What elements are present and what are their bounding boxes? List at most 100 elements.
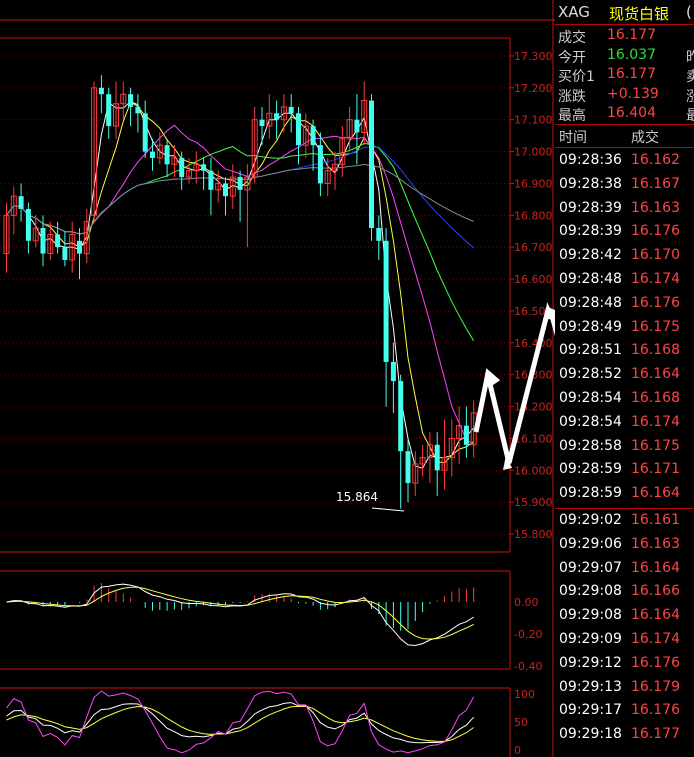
trade-row: 09:29:06 16.163 [555,534,694,557]
candle-body-down [179,157,185,178]
trade-price: 16.164 [631,485,680,502]
trade-row: 09:29:12 16.176 [555,653,694,676]
price-axis-ticks: 17.300 17.200 17.100 17.000 16.900 16.800 16.7… [510,50,553,541]
quote-value: 16.177 [607,66,656,82]
low-price-label: 15.864 [336,490,378,504]
trade-price: 16.174 [631,631,680,647]
candle-body-down [55,234,61,248]
trade-time: 09:28:39 [559,223,622,240]
quote-label: 买价1 [558,69,595,85]
kdj-panel: 100 50 0 [6,688,535,757]
trades-separator [555,508,694,509]
trade-time: 09:29:13 [559,678,622,695]
candle-body-down [98,87,104,95]
trade-price: 16.162 [631,152,680,168]
trade-row: 09:28:48 16.176 [555,293,694,316]
price-tick-label: 17.100 [514,114,553,127]
trade-price: 16.176 [631,223,680,240]
candle-body-down [106,94,112,127]
trades-header: 时间 成交 [555,124,694,148]
price-tick-label: 16.900 [514,177,553,190]
candle-body-down [135,106,141,114]
price-tick-label: 15.800 [514,528,553,541]
candle-body-down [354,119,360,133]
trade-row: 09:28:51 16.168 [555,340,694,363]
trade-price: 16.175 [631,437,680,454]
trade-time: 09:28:48 [559,294,622,311]
candle-body-down [288,106,294,114]
price-tick-label: 16.800 [514,209,553,222]
candle-body-down [237,177,243,190]
kdj-tick-label: 0 [514,744,521,757]
trade-row: 09:28:59 16.171 [555,459,694,482]
trade-price: 16.176 [631,294,680,311]
price-tick-label: 16.400 [514,337,553,350]
trade-row: 09:28:59 16.164 [555,483,694,506]
candle-body-down [296,113,301,146]
trade-time: 09:28:39 [559,199,622,216]
quote-row: 今开 16.037 昨 [555,46,694,66]
trade-price: 16.170 [631,247,680,264]
quote-label: 成交 [558,30,586,46]
candle-body-down [142,113,148,152]
trade-time: 09:29:08 [559,583,622,600]
candle-body-down [164,145,170,165]
quote-value: 16.404 [607,105,656,121]
price-tick-label: 16.100 [514,432,553,445]
trade-time: 09:28:52 [559,366,622,383]
candle-body-down [77,240,82,254]
quote-value: +0.139 [607,85,659,102]
trade-price: 16.164 [631,607,680,624]
candlestick-chart: 17.300 17.200 17.100 17.000 16.900 16.800 16.7… [0,0,555,757]
kdj-tick-label: 100 [514,688,535,701]
trades-header-price: 成交 [631,130,659,146]
trade-row: 09:28:49 16.175 [555,317,694,340]
price-tick-label: 17.000 [514,146,553,159]
kdj-tick-label: 50 [514,716,528,729]
trade-row: 09:28:52 16.164 [555,364,694,387]
quote-row: 最高 16.404 最 [555,104,694,124]
trade-row: 09:29:18 16.177 [555,724,694,747]
candle-body-down [310,126,316,146]
quote-row: 买价1 16.177 卖 [555,65,694,85]
low-marker-line [371,507,405,512]
trade-time: 09:28:59 [559,485,622,502]
trade-row: 09:29:07 16.164 [555,558,694,581]
candle-body-down [223,183,228,197]
trade-time: 09:29:12 [559,654,622,671]
quote-value: 16.037 [607,46,656,63]
trade-time: 09:28:38 [559,175,622,192]
trade-price: 16.171 [631,461,680,478]
candle-body-down [274,113,280,120]
price-tick-label: 16.700 [514,241,553,254]
trade-row: 09:29:08 16.166 [555,581,694,604]
quote-row: 涨跌 +0.139 涨 [555,85,694,105]
trade-price: 16.164 [631,559,680,576]
candle-body-down [62,247,68,260]
trade-row: 09:28:42 16.170 [555,245,694,268]
trade-price: 16.166 [631,583,680,600]
macd-tick-label: 0.00 [514,596,539,609]
trade-price: 16.176 [631,654,680,671]
trade-price: 16.161 [631,512,680,528]
candle-body-down [259,119,265,127]
trade-price: 16.177 [631,726,680,743]
quote-cut-label: 涨 [686,88,694,105]
trade-row: 09:28:39 16.163 [555,198,694,221]
kdj-j-line [6,690,475,754]
candle-body-down [383,240,389,362]
trade-row: 09:29:08 16.164 [555,605,694,628]
trade-time: 09:29:18 [559,726,622,743]
trade-price: 16.168 [631,342,680,359]
quote-cut-label: 最 [686,108,694,124]
trade-time: 09:29:17 [559,702,622,719]
trade-price: 16.174 [631,413,680,430]
moving-average-lines [6,101,475,469]
quote-label: 最高 [558,108,586,124]
trade-row: 09:28:48 16.174 [555,269,694,292]
candle-body-down [434,444,440,471]
macd-dea-line [6,586,474,640]
kdj-d-line [6,705,474,742]
trade-price: 16.168 [631,390,680,406]
trade-time: 09:28:59 [559,461,622,478]
